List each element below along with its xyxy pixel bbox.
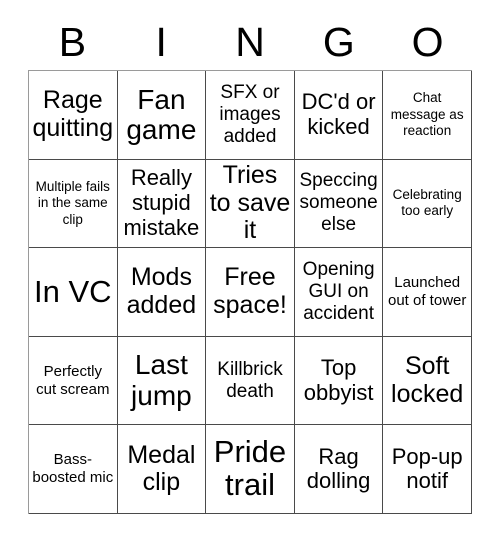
bingo-cell[interactable]: Killbrick death	[206, 336, 295, 426]
bingo-cell[interactable]: Multiple fails in the same clip	[29, 159, 118, 249]
bingo-cell-label: Soft locked	[391, 352, 464, 408]
bingo-cell[interactable]: Celebrating too early	[383, 159, 472, 249]
bingo-cell-label: Bass-boosted mic	[32, 451, 114, 487]
bingo-cell[interactable]: Tries to save it	[206, 159, 295, 249]
bingo-cell-label: Pop-up notif	[391, 443, 463, 494]
bingo-cell-label: Rag dolling	[306, 443, 371, 494]
bingo-cell[interactable]: Opening GUI on accident	[294, 248, 384, 337]
bingo-header-letter-i: I	[155, 18, 167, 65]
bingo-cell-label: Mods added	[126, 263, 197, 319]
bingo-cell-label: Chat message as reaction	[390, 90, 464, 139]
bingo-cell-label: Pride trail	[213, 434, 287, 503]
bingo-cell-label: Really stupid mistake	[123, 165, 200, 240]
bingo-cell-label: Opening GUI on accident	[302, 258, 375, 324]
bingo-header-row: B I N G O	[28, 14, 472, 70]
bingo-cell-label: Top obbyist	[303, 354, 374, 405]
bingo-cell-label: Last jump	[131, 349, 192, 411]
bingo-card: B I N G O Rage quitting Fan game SFX or …	[0, 0, 500, 544]
bingo-cell-label: Celebrating too early	[392, 186, 462, 219]
bingo-cell[interactable]: Rage quitting	[29, 71, 118, 160]
bingo-header-letter-b: B	[58, 18, 87, 65]
bingo-cell[interactable]: Top obbyist	[294, 336, 384, 426]
bingo-cell-label: Tries to save it	[209, 161, 291, 245]
bingo-cell[interactable]: Launched out of tower	[383, 248, 472, 337]
bingo-cell[interactable]: Bass-boosted mic	[29, 425, 118, 514]
bingo-cell-label: Multiple fails in the same clip	[35, 178, 110, 227]
bingo-cell[interactable]: Chat message as reaction	[383, 71, 472, 160]
bingo-cell[interactable]: Soft locked	[383, 336, 472, 426]
bingo-cell[interactable]: SFX or images added	[206, 71, 295, 160]
bingo-cell-label: Medal clip	[127, 440, 196, 497]
bingo-cell-label: In VC	[34, 273, 112, 309]
bingo-cell[interactable]: Rag dolling	[294, 425, 384, 514]
bingo-cell-label: Rage quitting	[32, 86, 114, 142]
bingo-header-letter-o: O	[411, 18, 444, 65]
bingo-cell[interactable]: Perfectly cut scream	[29, 336, 118, 426]
bingo-cell-free-space[interactable]: Free space!	[206, 248, 295, 337]
bingo-header-letter-g: G	[322, 18, 355, 65]
bingo-cell[interactable]: Pop-up notif	[383, 425, 472, 514]
bingo-cell[interactable]: Mods added	[117, 248, 207, 337]
bingo-grid: Rage quitting Fan game SFX or images add…	[28, 70, 472, 514]
bingo-cell-label: Killbrick death	[217, 358, 283, 402]
bingo-cell-label: Free space!	[213, 263, 287, 319]
bingo-cell[interactable]: Pride trail	[206, 425, 295, 514]
bingo-cell-label: Fan game	[126, 83, 197, 145]
bingo-cell-label: DC'd or kicked	[301, 89, 376, 139]
bingo-cell[interactable]: DC'd or kicked	[294, 71, 384, 160]
bingo-cell[interactable]: Last jump	[117, 336, 207, 426]
bingo-cell-label: Launched out of tower	[387, 273, 467, 309]
bingo-cell[interactable]: Medal clip	[117, 425, 207, 514]
bingo-cell[interactable]: Really stupid mistake	[117, 159, 207, 249]
bingo-cell[interactable]: In VC	[29, 248, 118, 337]
bingo-cell-label: SFX or images added	[219, 81, 281, 147]
bingo-cell-label: Perfectly cut scream	[36, 362, 110, 398]
bingo-cell-label: Speccing someone else	[299, 170, 378, 236]
bingo-header-letter-n: N	[235, 18, 265, 65]
bingo-cell[interactable]: Fan game	[117, 71, 207, 160]
bingo-cell[interactable]: Speccing someone else	[294, 159, 384, 249]
